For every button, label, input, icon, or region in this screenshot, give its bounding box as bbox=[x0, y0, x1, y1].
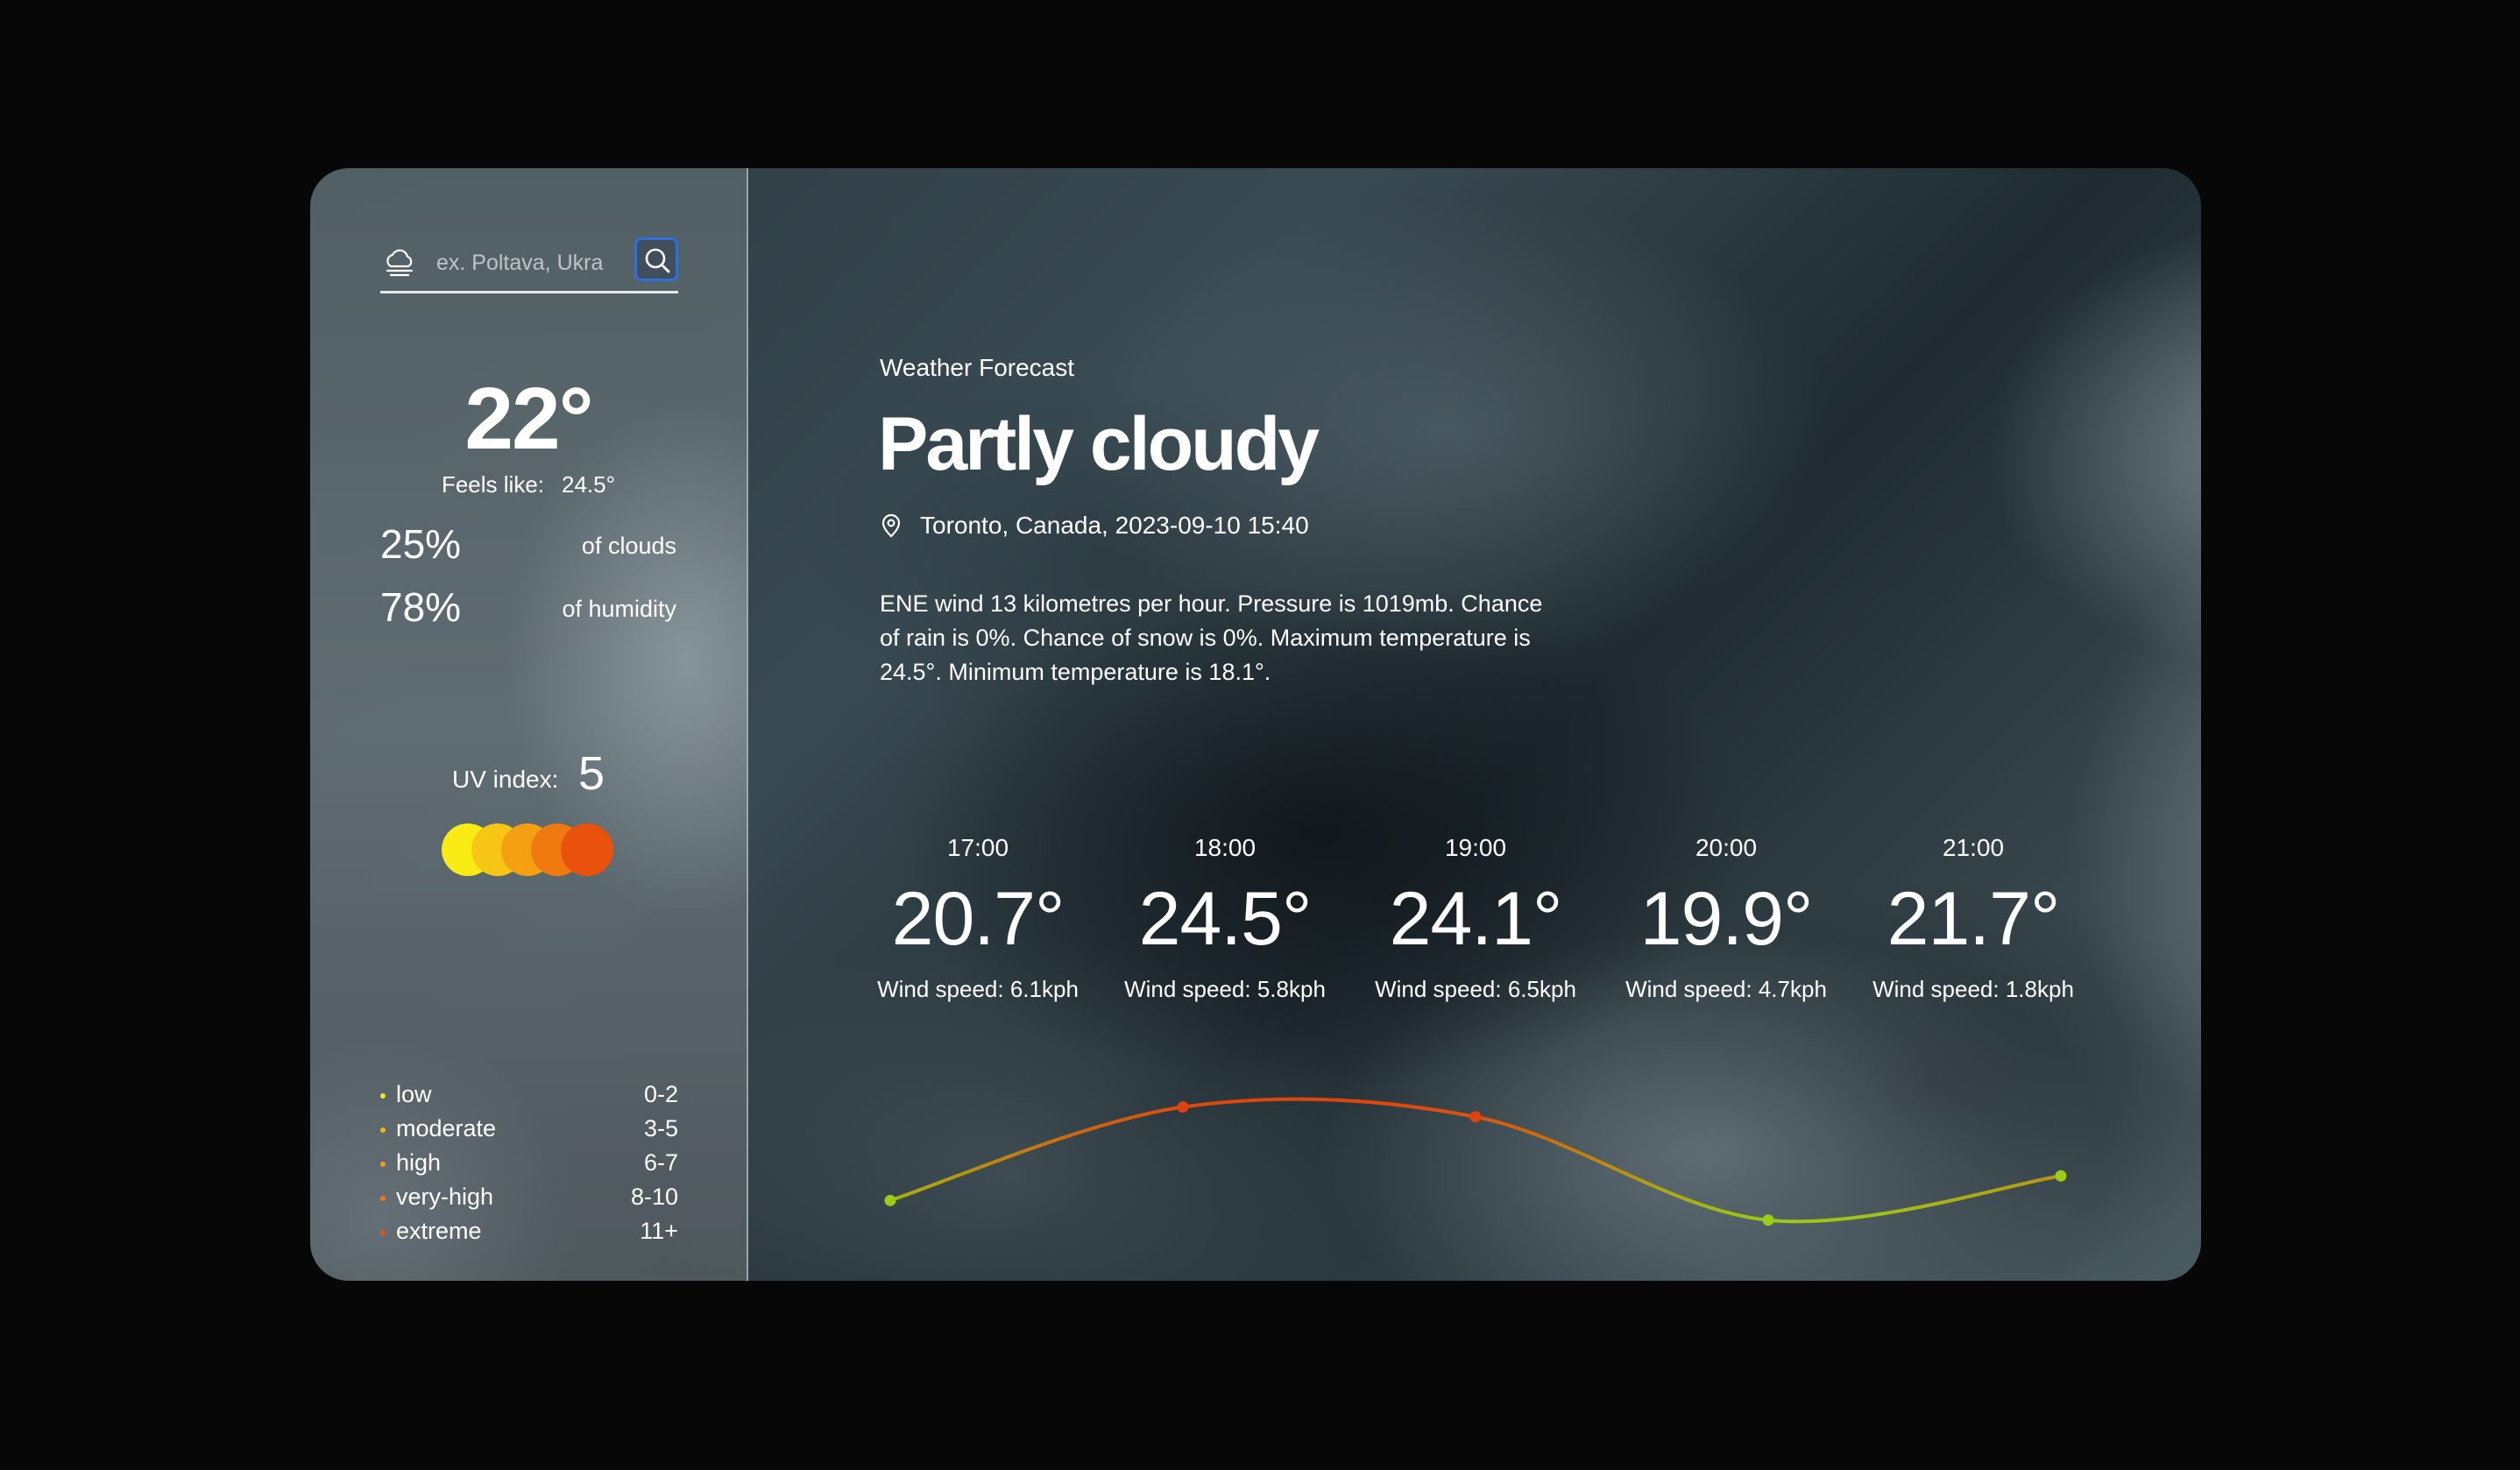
temperature-chart bbox=[884, 1097, 2067, 1226]
temperature-point bbox=[1469, 1111, 1482, 1123]
temperature-point bbox=[884, 1194, 896, 1206]
temperature-point bbox=[2055, 1170, 2067, 1182]
weather-card: 22° Feels like:24.5° 25% of clouds 78% o… bbox=[310, 168, 2201, 1281]
temperature-point bbox=[1177, 1101, 1189, 1113]
temperature-point bbox=[1762, 1214, 1774, 1226]
uv-scale-dot bbox=[561, 823, 613, 876]
